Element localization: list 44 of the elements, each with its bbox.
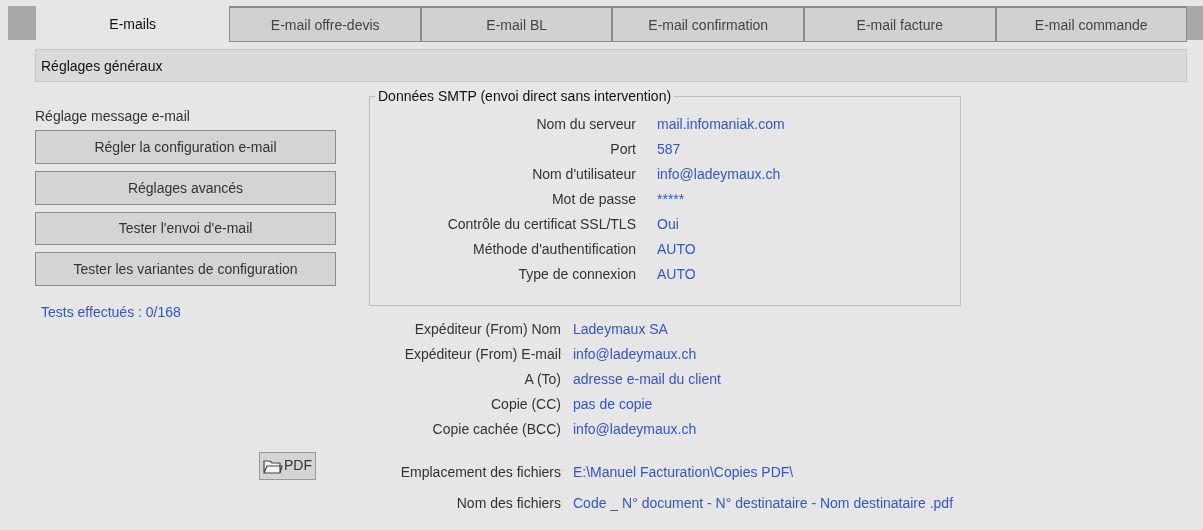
field-label: Expéditeur (From) Nom [414, 320, 561, 339]
group-title: Données SMTP (envoi direct sans intervention) [375, 88, 675, 104]
tab-strip-edge [1187, 6, 1203, 40]
field-label: Emplacement des fichiers [400, 463, 561, 482]
field-label: Copie cachée (BCC) [432, 420, 561, 439]
action-button[interactable]: Réglages avancés [35, 170, 336, 205]
section-header: Réglages généraux [35, 49, 1187, 82]
group-heading: Réglage message e-mail [35, 108, 191, 124]
action-button[interactable]: Tester l'envoi d'e-mail [35, 211, 336, 246]
field-value: 587 [657, 140, 682, 159]
field-label: Nom du serveur [536, 115, 636, 134]
field-value: adresse e-mail du client [573, 370, 722, 389]
tab[interactable]: E-mail offre-devis [229, 6, 421, 42]
field-value: E:\Manuel Facturation\Copies PDF\ [573, 463, 795, 482]
field-label: Port [610, 140, 636, 159]
pdf-folder-button[interactable]: PDF [259, 451, 316, 480]
field-value: AUTO [657, 240, 697, 259]
field-value: Ladeymaux SA [573, 320, 669, 339]
field-label: Mot de passe [551, 190, 636, 209]
field-value: AUTO [657, 265, 697, 284]
tab[interactable]: E-mail facture [804, 6, 996, 42]
field-label: Contrôle du certificat SSL/TLS [447, 215, 636, 234]
field-label: Méthode d'authentification [473, 240, 636, 259]
field-value: mail.infomaniak.com [657, 115, 786, 134]
field-label: Copie (CC) [491, 395, 561, 414]
field-label: Type de connexion [518, 265, 636, 284]
field-label: Nom des fichiers [456, 494, 561, 513]
field-value: info@ladeymaux.ch [573, 345, 698, 364]
field-value: Code _ N° document - N° destinataire - Nom destinataire .pdf [573, 494, 955, 513]
field-value: info@ladeymaux.ch [657, 165, 782, 184]
tab[interactable]: E-mail BL [420, 6, 613, 42]
tab[interactable]: E-mail confirmation [612, 6, 804, 42]
tab[interactable]: E-mail commande [995, 6, 1187, 42]
field-value: Oui [657, 215, 680, 234]
field-value: ***** [657, 190, 686, 209]
field-label: Nom d'utilisateur [532, 165, 636, 184]
action-button[interactable]: Tester les variantes de configuration [35, 252, 336, 286]
field-label: Expéditeur (From) E-mail [404, 345, 561, 364]
tests-status: Tests effectués : 0/168 [41, 304, 182, 320]
field-value: pas de copie [573, 395, 654, 414]
action-button[interactable]: Régler la configuration e-mail [35, 130, 336, 164]
tab-strip-edge [8, 6, 36, 40]
field-label: A (To) [524, 370, 561, 389]
field-value: info@ladeymaux.ch [573, 420, 698, 439]
